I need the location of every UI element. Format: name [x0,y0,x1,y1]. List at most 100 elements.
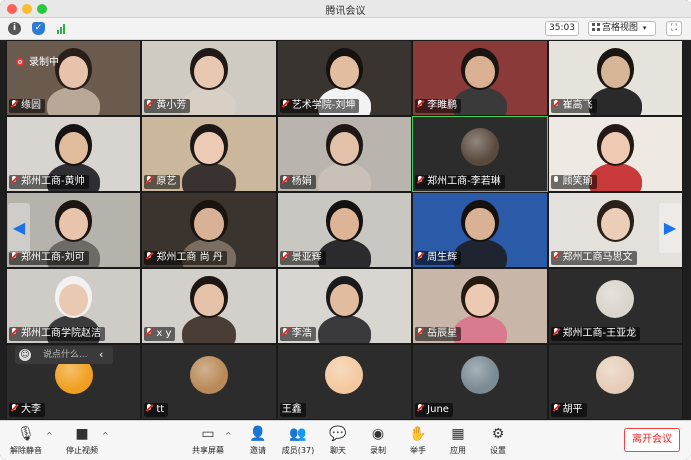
mic-muted-icon [417,252,424,261]
mic-muted-icon [146,404,153,413]
participant-name-bar: 王鑫 [279,403,306,417]
video-options-caret[interactable]: ^ [102,431,109,440]
mic-muted-icon [553,100,560,109]
prev-page-arrow[interactable]: ◀ [8,203,30,253]
share-options-caret[interactable]: ^ [225,431,232,440]
avatar [190,355,229,394]
participant-tile[interactable]: 郑州工商学院赵洁 [6,268,142,344]
mic-muted-icon [11,404,18,413]
mic-muted-icon [146,252,153,261]
participant-name-bar: 周生辉 [415,251,462,265]
signal-icon[interactable] [55,22,68,35]
participant-tile[interactable]: 李浩 [276,268,413,344]
participant-body [317,238,372,267]
participant-face [465,55,495,89]
unmute-label: 解除静音 [10,446,42,455]
participant-name: 原艺 [156,176,177,187]
share-screen-button[interactable]: ▭ 共享屏幕 [184,425,232,456]
participant-tile[interactable]: 郑州工商-黄帅 [6,116,142,192]
unmute-button[interactable]: 🎙 解除静音 [2,425,50,456]
participant-name-bar: 杨娟 [279,175,316,189]
leave-meeting-button[interactable]: 离开会议 [624,428,680,452]
participant-tile[interactable]: June [412,344,548,420]
avatar [325,355,364,394]
participant-tile[interactable]: 崔高飞 [547,40,683,116]
participant-name: tt [156,404,165,415]
avatar [460,127,499,166]
fullscreen-button[interactable]: ⛶ [666,21,682,36]
participant-body [182,162,236,191]
participant-tile[interactable]: 艺术学院-刘坤 [276,40,413,116]
participant-face [194,55,224,89]
participant-face [600,207,630,241]
title-bar: 腾讯会议 [0,0,691,18]
audio-options-caret[interactable]: ^ [46,431,53,440]
participant-tile[interactable]: 郑州工商-李若琳 [412,116,548,192]
meeting-top-bar: i ✓ 35:03 宫格视图 ▾ ⛶ [0,18,691,40]
mic-icon [553,176,560,185]
participant-tile[interactable]: 郑州工商 尚 丹 [141,192,277,268]
stop-video-button[interactable]: ■ 停止视频 [58,425,106,456]
members-icon: 👥 [289,426,307,442]
participant-name-bar: 景亚辉 [279,251,326,265]
chevron-down-icon: ▾ [642,24,647,32]
participant-face [465,207,495,241]
participant-tile[interactable]: 岳辰星 [412,268,548,344]
avatar [460,355,499,394]
avatar [596,279,635,318]
participant-name-bar: 崔高飞 [550,99,597,113]
participant-name: x y [156,328,172,339]
chat-input-box[interactable]: ☺ 说点什么... ‹ [15,346,113,364]
participant-name-bar: 顾笑瑜 [550,175,597,189]
participant-tile[interactable]: 郑州工商-王亚龙 [547,268,683,344]
hand-icon: ✋ [409,426,427,442]
participant-tile[interactable]: 原艺 [141,116,277,192]
participant-name-bar: 艺术学院-刘坤 [279,99,360,113]
mic-muted-icon [146,176,153,185]
participant-name-bar: 原艺 [144,175,181,189]
participant-name: 景亚辉 [291,252,322,263]
info-icon[interactable]: i [8,22,21,35]
mic-muted-icon [417,100,424,109]
participant-tile[interactable]: 缘圆 [6,40,142,116]
participant-tile[interactable]: x y [141,268,277,344]
participant-name: 黄小芳 [156,100,187,111]
participant-tile[interactable]: 黄小芳 [141,40,277,116]
participant-tile[interactable]: 王鑫 [276,344,413,420]
emoji-icon[interactable]: ☺ [19,349,31,361]
participant-tile[interactable]: 周生辉 [412,192,548,268]
participant-name: June [427,404,449,415]
participant-name: 郑州工商马思文 [562,252,633,263]
participant-tile[interactable]: 李睢鹏 [412,40,548,116]
participant-body [317,162,372,191]
participant-name: 杨娟 [291,176,312,187]
participant-tile[interactable]: 景亚辉 [276,192,413,268]
participant-name: 艺术学院-刘坤 [291,100,356,111]
participant-name: 郑州工商学院赵洁 [21,328,101,339]
participant-face [194,131,224,165]
chat-placeholder: 说点什么... [43,350,88,360]
recording-label: 录制中 [29,57,59,68]
mic-muted-icon [146,100,153,109]
participant-body [47,86,101,115]
settings-button[interactable]: ⚙ 设置 [474,425,522,456]
participant-face [194,283,224,317]
mic-muted-icon [417,176,424,185]
shield-icon[interactable]: ✓ [32,22,45,35]
participant-tile[interactable]: 杨娟 [276,116,413,192]
participant-name-bar: June [415,403,453,417]
meeting-window: 腾讯会议 i ✓ 35:03 宫格视图 ▾ ⛶ 录制中 缘圆 黄小芳 艺术学院-刘坤… [0,0,691,460]
collapse-chat-icon[interactable]: ‹ [99,346,103,364]
view-mode-button[interactable]: 宫格视图 ▾ [588,21,656,36]
participant-name: 李浩 [291,328,312,339]
participant-tile[interactable]: 胡平 [547,344,683,420]
participant-tile[interactable]: tt [141,344,277,420]
camera-icon: ■ [75,426,89,442]
next-page-arrow[interactable]: ▶ [659,203,681,253]
mic-muted-icon [553,328,560,337]
participant-body [453,314,507,343]
participant-name: 胡平 [562,404,583,415]
chat-icon: 💬 [329,426,347,442]
participant-name-bar: 胡平 [550,403,587,417]
participant-tile[interactable]: 顾笑瑜 [547,116,683,192]
